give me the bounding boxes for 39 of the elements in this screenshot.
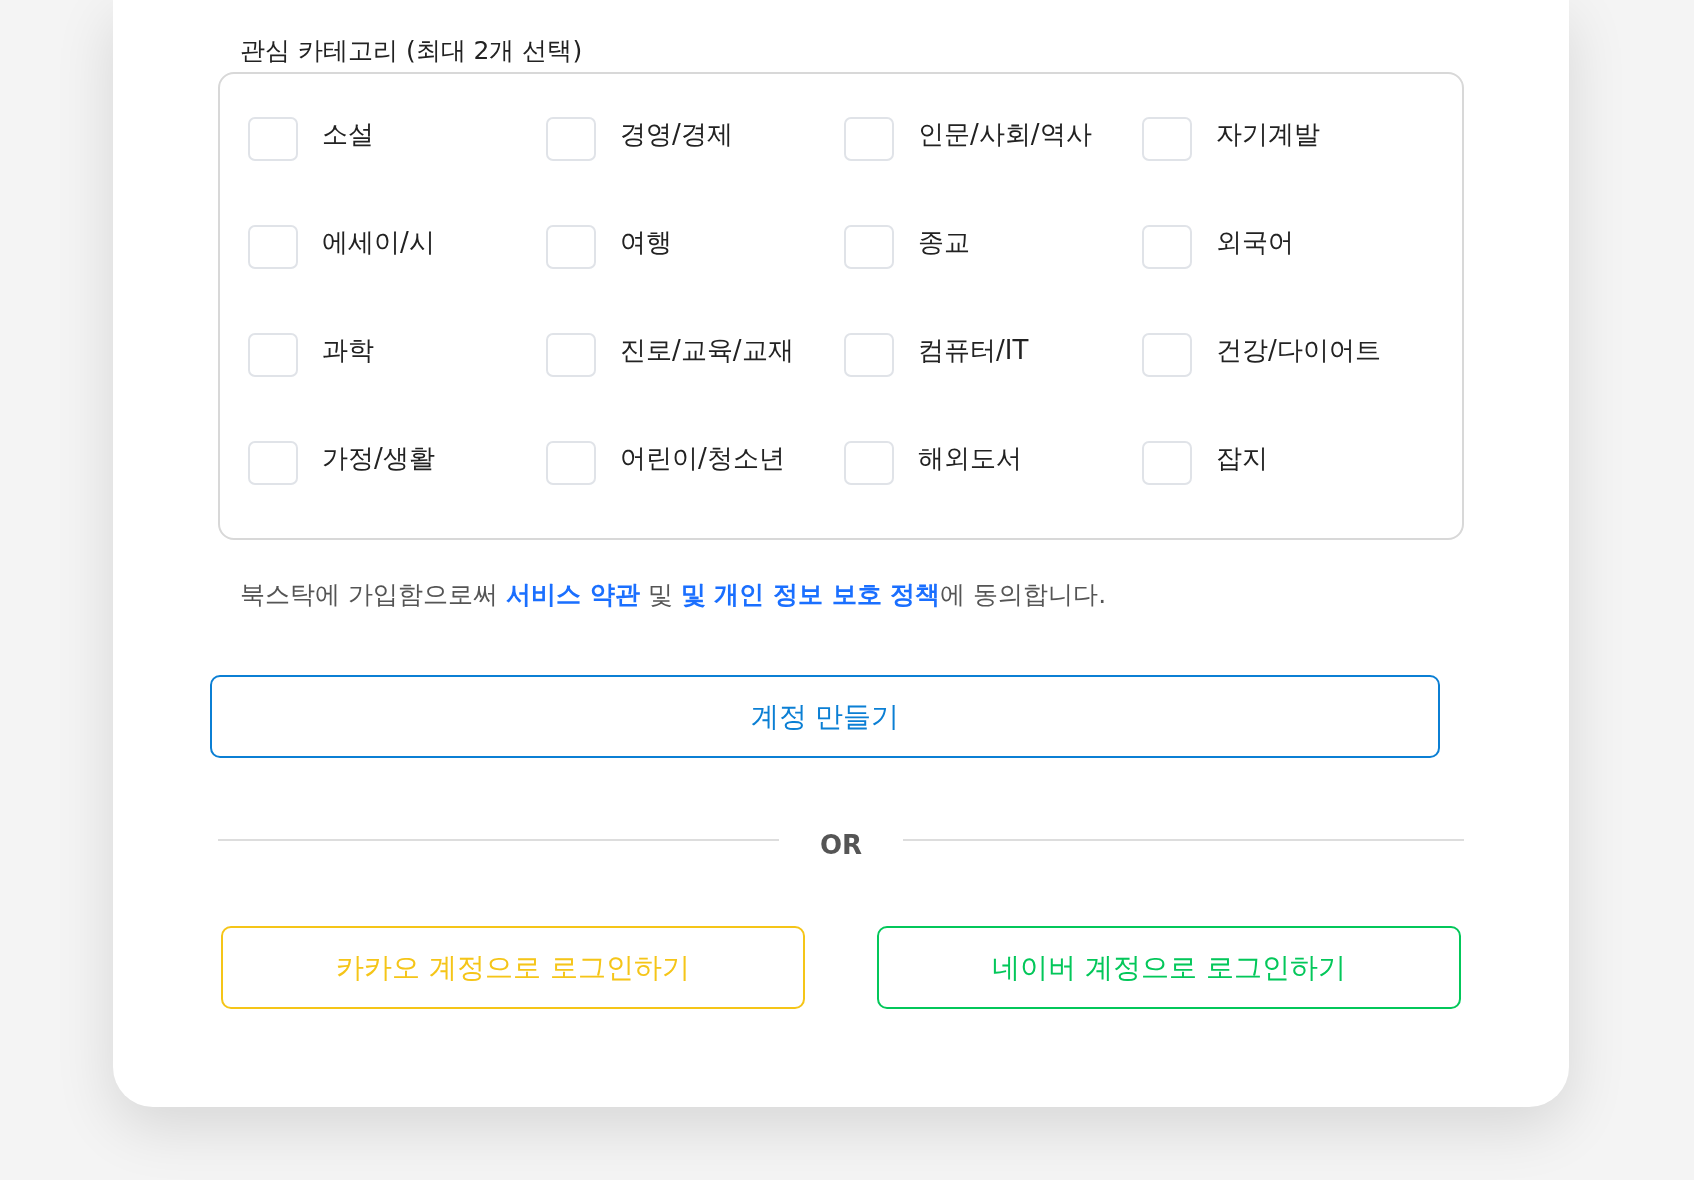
checkbox[interactable]	[1142, 117, 1192, 161]
checkbox[interactable]	[844, 117, 894, 161]
checkbox-label: 진로/교육/교재	[620, 334, 794, 367]
checkbox[interactable]	[844, 333, 894, 377]
checkbox-label: 인문/사회/역사	[918, 118, 1092, 151]
checkbox[interactable]	[248, 441, 298, 485]
checkbox-label: 건강/다이어트	[1216, 334, 1381, 367]
checkbox-label: 컴퓨터/IT	[918, 334, 1029, 367]
checkbox[interactable]	[248, 225, 298, 269]
create-account-button[interactable]: 계정 만들기	[210, 675, 1440, 758]
checkbox[interactable]	[844, 441, 894, 485]
checkbox[interactable]	[546, 225, 596, 269]
checkbox-label: 잡지	[1216, 442, 1268, 475]
checkbox[interactable]	[546, 333, 596, 377]
checkbox-label: 과학	[322, 334, 374, 367]
checkbox-label: 외국어	[1216, 226, 1294, 259]
checkbox-label: 자기계발	[1216, 118, 1320, 151]
checkbox-label: 소설	[322, 118, 374, 151]
field-label: 관심 카테고리 (최대 2개 선택)	[240, 35, 584, 67]
checkbox-label: 해외도서	[918, 442, 1022, 475]
checkbox[interactable]	[1142, 333, 1192, 377]
checkbox[interactable]	[248, 117, 298, 161]
divider-text: OR	[818, 830, 864, 860]
checkbox[interactable]	[248, 333, 298, 377]
terms-link[interactable]: 서비스 약관	[505, 580, 640, 609]
checkbox[interactable]	[1142, 441, 1192, 485]
checkbox-label: 여행	[620, 226, 672, 259]
checkbox-label: 어린이/청소년	[620, 442, 785, 475]
checkbox[interactable]	[1142, 225, 1192, 269]
social-login-button[interactable]: 네이버 계정으로 로그인하기	[877, 926, 1461, 1009]
checkbox-label: 경영/경제	[620, 118, 733, 151]
checkbox[interactable]	[844, 225, 894, 269]
checkbox[interactable]	[546, 441, 596, 485]
checkbox-label: 종교	[918, 226, 970, 259]
terms-text: 북스탁에 가입함으로써 서비스 약관 및 및 개인 정보 보호 정책에 동의합니다.	[240, 579, 1108, 611]
checkbox-label: 가정/생활	[322, 442, 435, 475]
terms-link[interactable]: 및 개인 정보 보호 정책	[680, 580, 941, 609]
checkbox-label: 에세이/시	[322, 226, 435, 259]
checkbox[interactable]	[546, 117, 596, 161]
